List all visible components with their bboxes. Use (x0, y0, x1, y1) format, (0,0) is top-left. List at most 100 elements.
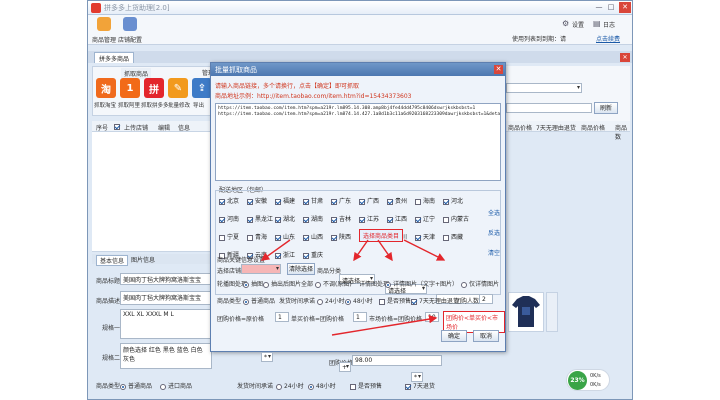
dlg-7day[interactable]: 7天无理由退货 (411, 296, 459, 305)
grab-ali-label[interactable]: 抓取阿里 (118, 101, 140, 109)
detail-opt-2-radio[interactable] (461, 281, 467, 288)
detail-opt-1-radio[interactable] (385, 281, 391, 288)
desc-input[interactable]: 美国肉丁毡大牌狗窝洛斯宝宝 (120, 291, 212, 305)
detail-opt-1[interactable]: 详情图片（文字+图片） (385, 279, 458, 288)
carousel-opt-1[interactable]: 抽图 (243, 279, 263, 288)
right-filter-select[interactable] (506, 83, 582, 93)
url-textarea[interactable]: https://item.taobao.com/item.htm?spm=a21… (215, 103, 501, 181)
group-size-input[interactable]: 2 (479, 294, 493, 304)
carousel-opt-3-radio[interactable] (315, 281, 321, 288)
invert-select-link[interactable]: 反选 (488, 228, 500, 237)
prov-checkbox[interactable] (303, 198, 309, 205)
prov-qinghai[interactable]: 青海 (247, 232, 267, 241)
prov-checkbox[interactable] (443, 216, 449, 223)
price-val-1[interactable]: 1 (275, 312, 289, 322)
maximize-button[interactable]: □ (606, 3, 616, 12)
prov-checkbox[interactable] (415, 234, 421, 241)
carousel-opt-1-radio[interactable] (243, 281, 249, 288)
goods-type-import-radio[interactable] (160, 383, 166, 390)
prov-shaanxi[interactable]: 陕西 (331, 232, 351, 241)
renew-link[interactable]: 点击续费 (596, 34, 620, 43)
prov-shanxi[interactable]: 山西 (303, 232, 323, 241)
goods-type-normal[interactable]: 普通商品 (120, 381, 152, 390)
prov-checkbox[interactable] (303, 216, 309, 223)
dialog-close-button[interactable]: ✕ (494, 65, 503, 74)
prov-jilin[interactable]: 吉林 (331, 214, 351, 223)
prov-chongqing[interactable]: 重庆 (303, 250, 323, 259)
price-val-2[interactable]: 1 (353, 312, 367, 322)
prov-checkbox[interactable] (219, 216, 225, 223)
batch-edit-label[interactable]: 批量修改 (168, 101, 190, 109)
prov-heilongjiang[interactable]: 黑龙江 (247, 214, 273, 223)
log-icon[interactable]: ▤ (593, 19, 601, 28)
prov-jiangsu[interactable]: 江苏 (359, 214, 379, 223)
prov-checkbox[interactable] (415, 216, 421, 223)
prov-xizang[interactable]: 西藏 (443, 232, 463, 241)
goods-mgmt-icon[interactable] (97, 17, 111, 31)
prov-checkbox[interactable] (303, 252, 309, 259)
tab-basic-info[interactable]: 基本信息 (96, 255, 129, 266)
prov-anhui[interactable]: 安徽 (247, 196, 267, 205)
price-op-2[interactable]: + (339, 362, 351, 372)
prov-checkbox[interactable] (275, 234, 281, 241)
prov-henan[interactable]: 河南 (219, 214, 239, 223)
prov-checkbox[interactable] (331, 216, 337, 223)
dlg-ship-24[interactable]: 24小时 (317, 296, 345, 305)
dlg-7day-checkbox[interactable] (411, 298, 417, 305)
close-button[interactable]: ✕ (619, 2, 631, 13)
carousel-opt-3[interactable]: 不调(原图) (315, 279, 352, 288)
pinduoduo-icon[interactable]: 拼 (144, 78, 164, 98)
prov-hainan[interactable]: 海南 (415, 196, 435, 205)
bottom-ship-24[interactable]: 24小时 (276, 381, 304, 390)
prov-checkbox[interactable] (443, 198, 449, 205)
prov-checkbox[interactable] (219, 198, 225, 205)
prov-checkbox[interactable] (359, 198, 365, 205)
prov-shandong[interactable]: 山东 (275, 232, 295, 241)
export-label[interactable]: 导出 (193, 101, 204, 109)
right-search-input[interactable] (506, 103, 592, 113)
prov-tianjin[interactable]: 天津 (415, 232, 435, 241)
carousel-opt-2-radio[interactable] (263, 281, 269, 288)
clear-selection-button[interactable]: 清除选择 (287, 263, 315, 275)
prov-checkbox[interactable] (387, 216, 393, 223)
prov-checkbox[interactable] (387, 198, 393, 205)
dlg-presale-checkbox[interactable] (379, 298, 385, 305)
group-price-input[interactable]: 98.00 (352, 355, 442, 366)
bottom-ship-24-radio[interactable] (276, 383, 282, 390)
prov-beijing[interactable]: 北京 (219, 196, 239, 205)
carousel-opt-2[interactable]: 抽出后图片全部 (263, 279, 313, 288)
grab-pdd-label[interactable]: 抓取拼多多 (141, 101, 169, 109)
prov-checkbox[interactable] (247, 198, 253, 205)
prov-checkbox[interactable] (331, 198, 337, 205)
dlg-ship-48-radio[interactable] (345, 298, 351, 305)
bottom-presale-checkbox[interactable] (350, 383, 356, 390)
goods-type-normal-radio[interactable] (120, 383, 126, 390)
taobao-icon[interactable]: 淘 (96, 78, 116, 98)
prov-jiangxi[interactable]: 江西 (387, 214, 407, 223)
settings-icon[interactable]: ⚙ (562, 19, 569, 28)
bottom-presale[interactable]: 是否预售 (350, 381, 382, 390)
prov-checkbox[interactable] (443, 234, 449, 241)
prov-checkbox[interactable] (331, 234, 337, 241)
prov-guizhou[interactable]: 贵州 (387, 196, 407, 205)
prov-checkbox[interactable] (275, 198, 281, 205)
prov-checkbox[interactable] (415, 198, 421, 205)
bottom-ship-48[interactable]: 48小时 (308, 381, 336, 390)
prov-liaoning[interactable]: 辽宁 (415, 214, 435, 223)
dlg-ship-24-radio[interactable] (317, 298, 323, 305)
shop-edit-label[interactable]: 店铺配置 (118, 35, 142, 44)
prov-hubei[interactable]: 湖北 (275, 214, 295, 223)
prov-neimenggu[interactable]: 内蒙古 (443, 214, 469, 223)
settings-link[interactable]: 设置 (572, 20, 584, 29)
batch-edit-icon[interactable]: ✎ (168, 78, 188, 98)
prov-ningxia[interactable]: 宁夏 (219, 232, 239, 241)
market-op[interactable]: * (411, 372, 423, 382)
shop-edit-icon[interactable] (123, 17, 137, 31)
tab-close-icon[interactable]: ✕ (620, 53, 630, 62)
dlg-ship-48[interactable]: 48小时 (345, 296, 373, 305)
dlg-type-normal-radio[interactable] (243, 298, 249, 305)
minimize-button[interactable]: — (594, 3, 604, 12)
prov-hunan[interactable]: 湖南 (303, 214, 323, 223)
export-icon[interactable]: ⇪ (192, 78, 212, 98)
prov-checkbox[interactable] (219, 234, 225, 241)
